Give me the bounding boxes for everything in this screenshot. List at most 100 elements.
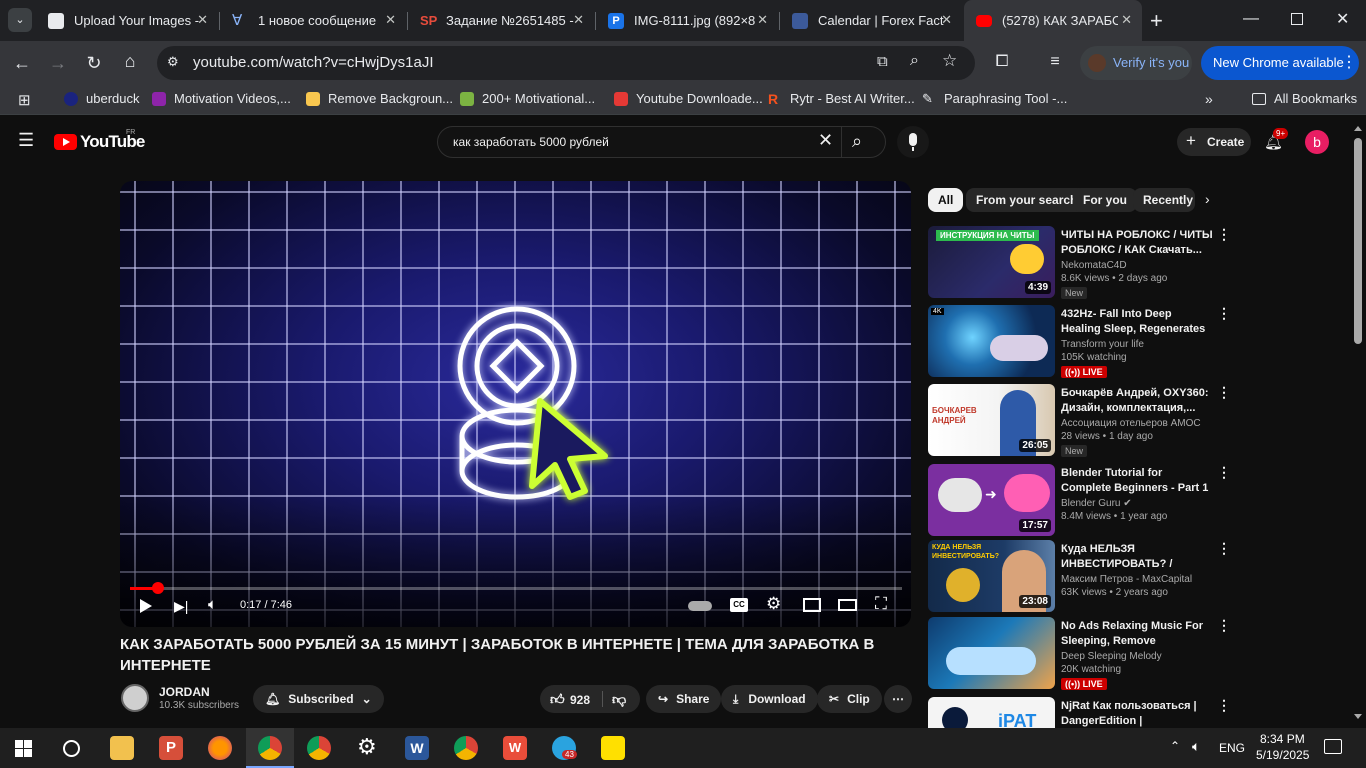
- reload-icon[interactable]: ↻: [82, 53, 106, 73]
- progress-bar[interactable]: [130, 582, 902, 594]
- voice-search-button[interactable]: [897, 126, 929, 158]
- more-options-icon[interactable]: ⋮: [1217, 617, 1231, 634]
- chrome-2-icon[interactable]: [454, 736, 478, 760]
- update-chrome-button[interactable]: New Chrome available ⋮: [1201, 46, 1359, 80]
- tab-youtube-active[interactable]: (5278) КАК ЗАРАБОТ ✕: [964, 0, 1142, 41]
- bookmark-star-icon[interactable]: ☆: [942, 51, 957, 71]
- chrome-icon[interactable]: [307, 736, 331, 760]
- recommendation-title[interactable]: 432Hz- Fall Into Deep Healing Sleep, Reg…: [1061, 307, 1213, 337]
- scrollbar-thumb[interactable]: [1354, 138, 1362, 344]
- clock-date[interactable]: 5/19/2025: [1256, 748, 1309, 762]
- maximize-button[interactable]: [1291, 13, 1303, 25]
- media-control-icon[interactable]: ≡: [1043, 52, 1067, 72]
- theater-mode-icon[interactable]: [838, 599, 857, 611]
- progress-scrubber[interactable]: [151, 582, 164, 594]
- fullscreen-icon[interactable]: ⛶: [875, 594, 887, 614]
- page-scrollbar[interactable]: [1354, 126, 1362, 726]
- recommendation-title[interactable]: ЧИТЫ НА РОБЛОКС / ЧИТЫ РОБЛОКС / КАК Ска…: [1061, 228, 1213, 258]
- chip-recently-uploaded[interactable]: Recently u: [1133, 188, 1195, 212]
- video-thumbnail[interactable]: ➜ 17:57: [928, 464, 1055, 536]
- dislike-button[interactable]: 👎︎: [612, 691, 626, 708]
- chip-for-you[interactable]: For you: [1073, 188, 1137, 212]
- subscribed-button[interactable]: 🔔︎ Subscribed ⌄: [253, 685, 384, 713]
- settings-gear-icon[interactable]: ⚙: [357, 734, 377, 760]
- exness-icon[interactable]: [601, 736, 625, 760]
- tab-task[interactable]: SP Задание №2651485 - ✕: [408, 0, 594, 41]
- home-icon[interactable]: ⌂: [118, 51, 142, 71]
- more-actions-button[interactable]: ⋯: [884, 685, 912, 713]
- clear-search-icon[interactable]: ✕: [818, 130, 833, 151]
- recommendation-item[interactable]: ИНСТРУКЦИЯ НА ЧИТЫ 4:39 ЧИТЫ НА РОБЛОКС …: [928, 226, 1231, 299]
- bookmark-youtube-downloader[interactable]: Youtube Downloade...: [614, 91, 763, 106]
- video-thumbnail[interactable]: ИНСТРУКЦИЯ НА ЧИТЫ 4:39: [928, 226, 1055, 298]
- language-indicator[interactable]: ENG: [1219, 741, 1245, 755]
- file-explorer-icon[interactable]: [110, 736, 134, 760]
- autoplay-toggle[interactable]: [688, 601, 712, 611]
- recommendation-item[interactable]: 4K 432Hz- Fall Into Deep Healing Sleep, …: [928, 305, 1231, 378]
- wps-office-icon[interactable]: W: [503, 736, 527, 760]
- close-tab-icon[interactable]: ✕: [1121, 12, 1132, 28]
- tab-calendar[interactable]: Calendar | Forex Fact ✕: [780, 0, 962, 41]
- bookmark-rytr[interactable]: R Rytr - Best AI Writer...: [768, 91, 915, 106]
- video-thumbnail[interactable]: БОЧКАРЕВ АНДРЕЙ 26:05: [928, 384, 1055, 456]
- video-thumbnail[interactable]: КУДА НЕЛЬЗЯ ИНВЕСТИРОВАТЬ? 23:08: [928, 540, 1055, 612]
- chips-next-icon[interactable]: ›: [1205, 191, 1210, 207]
- more-options-icon[interactable]: ⋮: [1217, 305, 1231, 322]
- clip-button[interactable]: ✂ Clip: [817, 685, 882, 713]
- play-icon[interactable]: [140, 599, 152, 613]
- hamburger-menu-icon[interactable]: ☰: [18, 130, 34, 151]
- recommendation-item[interactable]: ➜ 17:57 Blender Tutorial for Complete Be…: [928, 464, 1231, 536]
- close-window-button[interactable]: ✕: [1336, 9, 1349, 29]
- recommendation-title[interactable]: Blender Tutorial for Complete Beginners …: [1061, 466, 1213, 496]
- recommendation-item[interactable]: БОЧКАРЕВ АНДРЕЙ 26:05 Бочкарёв Андрей, O…: [928, 384, 1231, 457]
- recommendation-channel[interactable]: Transform your life: [1061, 339, 1144, 350]
- scroll-up-arrow-icon[interactable]: [1354, 126, 1362, 131]
- forward-icon[interactable]: →: [46, 53, 70, 73]
- search-icon[interactable]: ⌕: [852, 131, 862, 152]
- recommendation-channel[interactable]: Blender Guru ✔: [1061, 498, 1132, 509]
- more-bookmarks-icon[interactable]: »: [1205, 91, 1213, 107]
- minimize-button[interactable]: —: [1243, 10, 1259, 28]
- recommendation-item[interactable]: No Ads Relaxing Music For Sleeping, Remo…: [928, 617, 1231, 690]
- video-thumbnail[interactable]: [928, 617, 1055, 689]
- cortana-search-icon[interactable]: [63, 740, 80, 757]
- bookmark-paraphrasing[interactable]: ✎ Paraphrasing Tool -...: [922, 91, 1067, 106]
- tab-search-button[interactable]: ⌄: [8, 8, 32, 32]
- captions-icon[interactable]: CC: [730, 598, 748, 612]
- recommendation-item[interactable]: КУДА НЕЛЬЗЯ ИНВЕСТИРОВАТЬ? 23:08 Куда НЕ…: [928, 540, 1231, 612]
- tab-new-message[interactable]: ∀ 1 новое сообщение ✕: [220, 0, 406, 41]
- more-options-icon[interactable]: ⋮: [1217, 464, 1231, 481]
- firefox-icon[interactable]: [208, 736, 232, 760]
- profile-verify-button[interactable]: Verify it's you: [1080, 46, 1192, 80]
- like-button[interactable]: 👍︎: [550, 691, 565, 708]
- chip-all[interactable]: All: [928, 188, 964, 212]
- bookmark-remove-bg[interactable]: Remove Backgroun...: [306, 91, 453, 106]
- download-button[interactable]: ⤓ Download: [721, 685, 818, 713]
- address-bar[interactable]: ⚙ youtube.com/watch?v=cHwjDys1aJI ⧉ ⌕ ☆: [157, 46, 975, 80]
- tab-img[interactable]: P IMG-8111.jpg (892×8 ✕: [596, 0, 778, 41]
- apps-grid-icon[interactable]: ⊞: [18, 91, 31, 109]
- scroll-down-arrow-icon[interactable]: [1354, 714, 1362, 719]
- video-player[interactable]: ▶︎| 🔈︎ 0:17 / 7:46 CC ⚙ ⛶: [120, 181, 911, 627]
- notifications-button[interactable]: 🔔︎ 9+: [1262, 128, 1289, 153]
- chip-from-your-search[interactable]: From your search: [966, 188, 1088, 212]
- recommendation-channel[interactable]: Ассоциация отельеров АМОС: [1061, 418, 1201, 429]
- recommendation-title[interactable]: Бочкарёв Андрей, OXY360: Дизайн, комплек…: [1061, 386, 1213, 416]
- chrome-profile-icon[interactable]: [258, 736, 282, 760]
- all-bookmarks-button[interactable]: All Bookmarks: [1252, 91, 1357, 106]
- video-thumbnail[interactable]: 4K: [928, 305, 1055, 377]
- close-tab-icon[interactable]: ✕: [573, 12, 584, 28]
- bookmark-motivational[interactable]: 200+ Motivational...: [460, 91, 595, 106]
- cast-icon[interactable]: ⧉: [877, 53, 888, 70]
- close-tab-icon[interactable]: ✕: [757, 12, 768, 28]
- more-options-icon[interactable]: ⋮: [1217, 226, 1231, 243]
- recommendation-item[interactable]: iPAT NjRat Как пользоваться | DangerEdit…: [928, 697, 1228, 728]
- create-button[interactable]: + Create: [1177, 128, 1251, 156]
- clock-time[interactable]: 8:34 PM: [1260, 732, 1305, 746]
- close-tab-icon[interactable]: ✕: [941, 12, 952, 28]
- recommendation-channel[interactable]: Максим Петров - MaxCapital: [1061, 574, 1192, 585]
- search-input[interactable]: как заработать 5000 рублей: [453, 135, 609, 149]
- notification-center-icon[interactable]: [1324, 739, 1342, 754]
- channel-name[interactable]: JORDAN: [159, 685, 210, 699]
- site-info-icon[interactable]: ⚙: [167, 54, 179, 70]
